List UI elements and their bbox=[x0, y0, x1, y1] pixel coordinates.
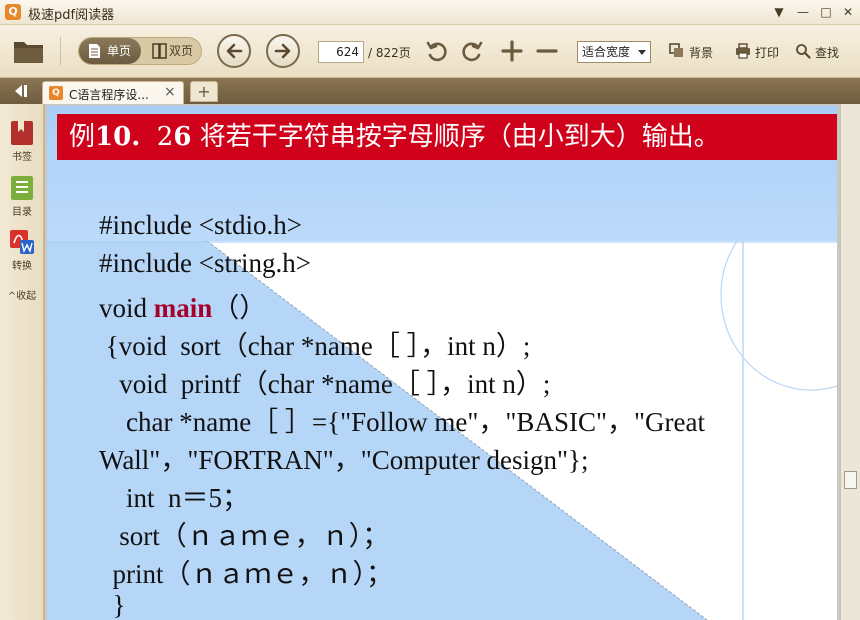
arrow-left-icon bbox=[226, 43, 243, 59]
sidebar-collapse-button[interactable]: ^收起 bbox=[0, 287, 44, 302]
page-number-input[interactable] bbox=[318, 41, 364, 63]
sidebar-toc-label: 目录 bbox=[12, 207, 32, 218]
folder-icon bbox=[14, 42, 43, 63]
chevron-down-icon bbox=[638, 50, 646, 55]
find-label: 查找 bbox=[815, 46, 840, 60]
code-line: sort（ｎａｍｅ，ｎ）； bbox=[99, 521, 390, 551]
sidebar-item-toc[interactable]: 目录 bbox=[0, 175, 44, 218]
document-tab-icon: Q bbox=[49, 86, 63, 100]
code-line: print（ｎａｍｅ，ｎ）； bbox=[99, 559, 394, 589]
code-token: （） bbox=[212, 293, 267, 323]
zoom-in-icon[interactable] bbox=[501, 40, 523, 62]
find-button[interactable]: 查找 bbox=[795, 44, 839, 61]
search-icon bbox=[796, 44, 811, 59]
next-page-button[interactable] bbox=[266, 34, 300, 68]
print-button[interactable]: 打印 bbox=[735, 43, 780, 61]
scrollbar-thumb[interactable] bbox=[844, 471, 857, 489]
code-keyword-main: main bbox=[153, 293, 213, 323]
code-token: void bbox=[99, 293, 154, 323]
maximize-button[interactable]: □ bbox=[815, 3, 837, 21]
double-page-button[interactable]: 双页 bbox=[143, 38, 201, 64]
zoom-mode-value: 适合宽度 bbox=[582, 45, 631, 59]
minimize-button[interactable]: — bbox=[792, 3, 814, 21]
rotate-right-icon[interactable] bbox=[460, 40, 484, 64]
open-folder-button[interactable] bbox=[12, 36, 46, 66]
code-line: char *name［ ］={"Follow me"，"BASIC"，"Grea… bbox=[99, 407, 705, 437]
sidebar-convert-label: 转换 bbox=[12, 261, 32, 272]
sidebar-item-convert[interactable]: 转换 bbox=[0, 229, 44, 272]
zoom-mode-select[interactable]: 适合宽度 bbox=[577, 41, 651, 63]
banner-number: 10. bbox=[95, 122, 141, 152]
tab-document-label: C语言程序设... bbox=[69, 88, 149, 102]
previous-page-button[interactable] bbox=[217, 34, 251, 68]
document-viewer[interactable]: 例10. 26 将若干字符串按字母顺序（由小到大）输出。 #include <s… bbox=[45, 104, 860, 620]
app-logo-icon: Q bbox=[5, 4, 21, 20]
app-title: 极速pdf阅读器 bbox=[28, 8, 115, 23]
bookmark-icon bbox=[11, 121, 33, 145]
tab-close-icon[interactable]: × bbox=[164, 84, 176, 100]
double-page-icon bbox=[152, 43, 167, 59]
vertical-scrollbar[interactable] bbox=[840, 104, 860, 620]
banner-text: 将若干字符串按字母顺序（由小到大）输出。 bbox=[199, 122, 720, 152]
code-line: void main（） bbox=[99, 286, 266, 325]
print-label: 打印 bbox=[755, 46, 780, 60]
single-page-button[interactable]: 单页 bbox=[79, 38, 141, 64]
window-menu-button[interactable]: ▼ bbox=[768, 3, 790, 21]
code-line: #include <stdio.h> bbox=[99, 210, 302, 240]
zoom-out-icon[interactable] bbox=[536, 40, 558, 62]
rotate-left-icon[interactable] bbox=[425, 40, 449, 64]
add-tab-button[interactable]: + bbox=[190, 81, 218, 102]
toolbar: 单页 双页 / 822页 适合宽度 bbox=[0, 25, 860, 78]
code-line: int n＝5； bbox=[99, 483, 250, 513]
background-button[interactable]: 背景 bbox=[669, 43, 714, 61]
example-banner: 例10. 26 将若干字符串按字母顺序（由小到大）输出。 bbox=[57, 114, 837, 160]
single-page-icon bbox=[89, 44, 100, 58]
view-mode-toggle: 单页 双页 bbox=[78, 37, 202, 65]
sidebar-toggle-icon[interactable] bbox=[6, 81, 36, 101]
code-line: Wall"，"FORTRAN"，"Computer design"}; bbox=[99, 445, 589, 475]
sidebar-bookmarks-label: 书签 bbox=[12, 152, 32, 163]
pdf-page: 例10. 26 将若干字符串按字母顺序（由小到大）输出。 #include <s… bbox=[47, 106, 837, 620]
code-line: #include <string.h> bbox=[99, 248, 311, 278]
title-bar: Q 极速pdf阅读器 ▼ — □ ✕ bbox=[0, 0, 860, 25]
printer-icon bbox=[736, 43, 750, 59]
banner-number-3: 6 bbox=[173, 122, 192, 152]
code-line: } bbox=[99, 590, 126, 620]
arrow-right-icon bbox=[274, 43, 291, 59]
table-of-contents-icon bbox=[11, 176, 33, 200]
double-page-label: 双页 bbox=[169, 44, 194, 58]
sidebar-item-bookmarks[interactable]: 书签 bbox=[0, 120, 44, 163]
code-line: {void sort（char *name［ ］，int n）; bbox=[99, 331, 531, 361]
sidebar: 书签 目录 转换 ^收起 bbox=[0, 104, 44, 620]
tab-document[interactable]: Q C语言程序设... × bbox=[42, 81, 184, 104]
banner-number-2: 2 bbox=[156, 122, 174, 152]
toolbar-separator bbox=[60, 37, 61, 65]
page-total: / 822页 bbox=[368, 46, 411, 60]
convert-icon bbox=[10, 230, 34, 254]
tab-strip: Q C语言程序设... × + bbox=[0, 78, 860, 104]
background-label: 背景 bbox=[689, 46, 714, 60]
background-icon bbox=[669, 43, 683, 57]
close-button[interactable]: ✕ bbox=[837, 3, 859, 21]
code-line: void printf（char *name［ ］，int n）; bbox=[99, 369, 551, 399]
banner-prefix: 例 bbox=[69, 122, 96, 152]
single-page-label: 单页 bbox=[107, 44, 132, 58]
